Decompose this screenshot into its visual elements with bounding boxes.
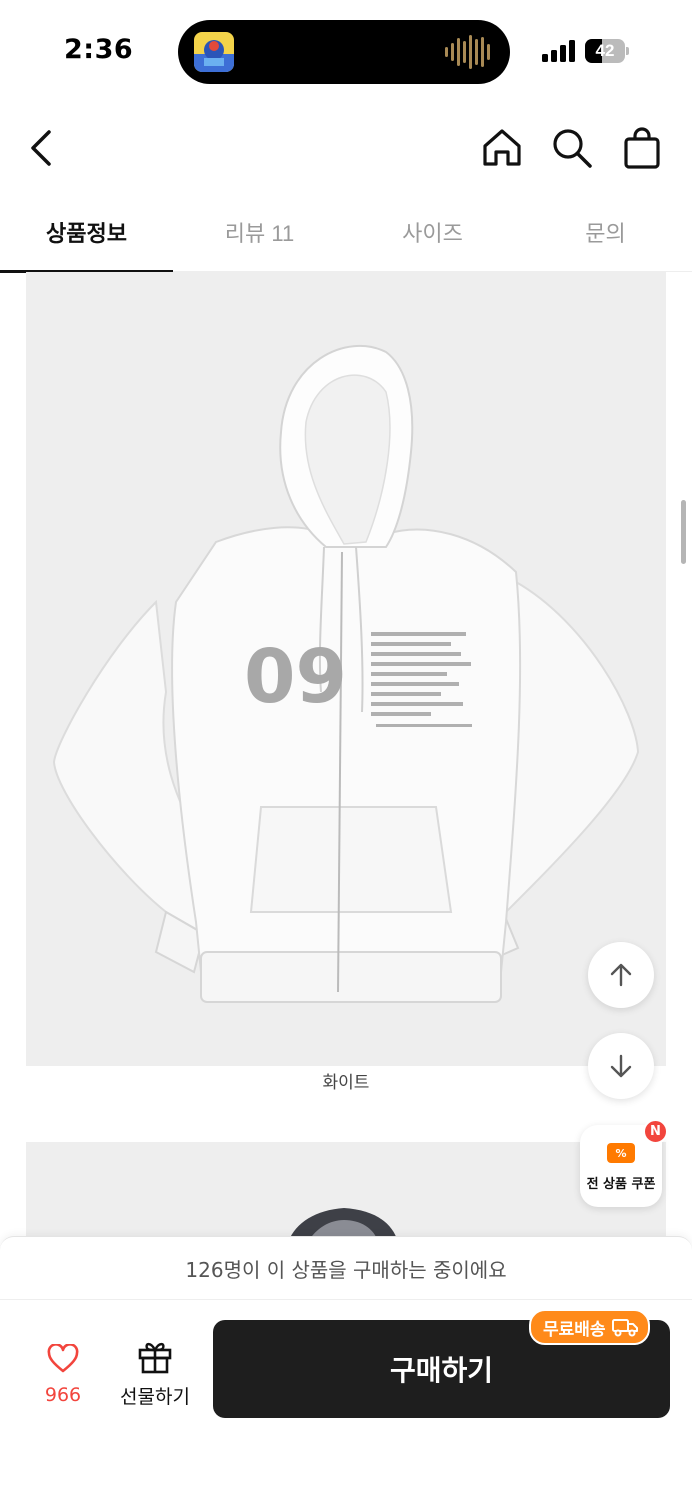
- arrow-down-icon: [610, 1054, 632, 1078]
- coupon-ticket-icon: %: [607, 1143, 635, 1163]
- delivery-truck-icon: [611, 1319, 638, 1337]
- top-navigation: [0, 100, 692, 192]
- tab-size[interactable]: 사이즈: [346, 192, 519, 272]
- new-badge: N: [643, 1119, 668, 1144]
- free-shipping-badge: 무료배송: [529, 1309, 650, 1345]
- audio-waveform-icon: [445, 34, 490, 70]
- dynamic-island[interactable]: [178, 20, 510, 84]
- back-button[interactable]: [18, 124, 66, 172]
- scroll-indicator[interactable]: [681, 500, 686, 564]
- product-tabs: 상품정보 리뷰 11 사이즈 문의: [0, 192, 692, 273]
- gift-button[interactable]: 선물하기: [112, 1338, 198, 1408]
- search-icon: [553, 129, 592, 168]
- tab-label: 문의: [585, 221, 626, 246]
- like-button[interactable]: 966: [22, 1340, 104, 1410]
- product-image-second: [26, 1142, 666, 1242]
- cellular-signal-icon: [542, 40, 575, 62]
- status-time: 2:36: [64, 34, 134, 65]
- search-button[interactable]: [548, 124, 596, 172]
- buy-label: 구매하기: [389, 1354, 494, 1387]
- battery-indicator: 42: [585, 39, 629, 63]
- scroll-to-top-button[interactable]: [588, 942, 654, 1008]
- battery-percent: 42: [595, 41, 615, 60]
- tab-inquiry[interactable]: 문의: [519, 192, 692, 272]
- product-image-white-hoodie: 09: [26, 272, 666, 1066]
- free-shipping-label: 무료배송: [543, 1319, 606, 1340]
- shopping-bag-icon: [624, 127, 660, 169]
- tab-reviews[interactable]: 리뷰 11: [173, 192, 346, 272]
- status-bar: 2:36 42: [0, 0, 692, 100]
- chevron-left-icon: [31, 130, 51, 166]
- home-icon: [483, 129, 521, 166]
- gift-label: 선물하기: [120, 1386, 190, 1408]
- now-playing-artwork: [194, 32, 234, 72]
- scroll-to-bottom-button[interactable]: [588, 1033, 654, 1099]
- tab-label: 리뷰 11: [224, 221, 295, 246]
- heart-icon: [47, 1344, 79, 1373]
- gift-icon: [138, 1342, 172, 1374]
- hoodie-print-number: 09: [244, 634, 347, 720]
- coupon-label: 전 상품 쿠폰: [586, 1177, 656, 1192]
- like-count: 966: [44, 1384, 82, 1406]
- tab-label: 상품정보: [46, 221, 127, 246]
- live-buyers-text: 126명이 이 상품을 구매하는 중이에요: [185, 1257, 507, 1282]
- tab-label: 사이즈: [402, 221, 463, 246]
- cart-button[interactable]: [618, 124, 666, 172]
- bottom-action-bar: 966 선물하기 구매하기 무료배송: [0, 1300, 692, 1500]
- arrow-up-icon: [610, 963, 632, 987]
- tab-product-info[interactable]: 상품정보: [0, 192, 173, 273]
- live-buyers-banner: 126명이 이 상품을 구매하는 중이에요: [0, 1236, 692, 1300]
- home-button[interactable]: [478, 124, 526, 172]
